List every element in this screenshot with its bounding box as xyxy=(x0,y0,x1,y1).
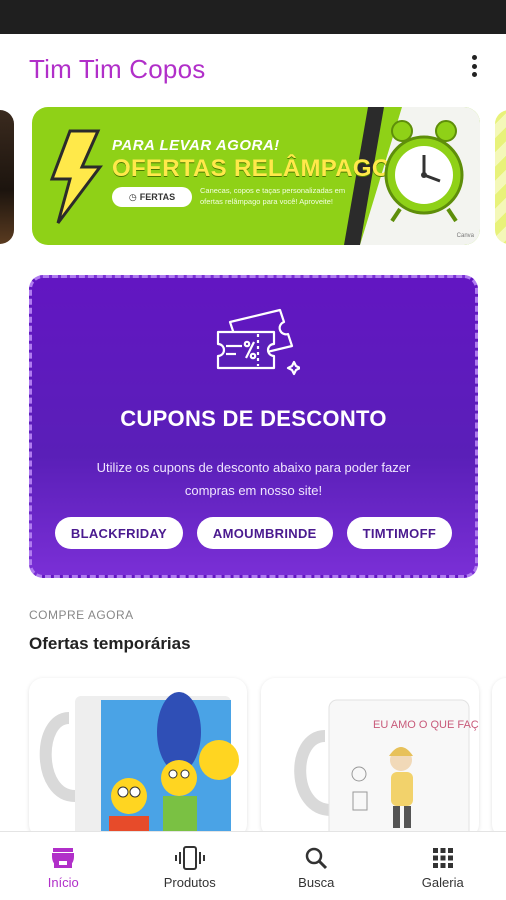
simpsons-mug-image xyxy=(39,692,239,838)
nav-label: Produtos xyxy=(163,875,216,890)
coupon-code-chip[interactable]: AMOUMBRINDE xyxy=(196,517,333,549)
more-vert-icon[interactable] xyxy=(462,52,486,80)
nav-item-busca[interactable]: Busca xyxy=(253,832,380,900)
nav-label: Busca xyxy=(298,875,335,890)
coupons-description: Utilize os cupons de desconto abaixo par… xyxy=(96,460,411,498)
carousel-next-slide[interactable] xyxy=(495,110,506,244)
banner-credit: Canva xyxy=(456,233,474,239)
love-my-job-mug-image: EU AMO O QUE FAÇO xyxy=(294,699,479,838)
nav-item-inicio[interactable]: Início xyxy=(0,832,127,900)
coupons-title: CUPONS DE DESCONTO xyxy=(120,406,387,431)
app-bar: Tim Tim Copos xyxy=(0,34,506,104)
nav-label: Início xyxy=(47,875,79,890)
coupons-card: CUPONS DE DESCONTO Utilize os cupons de … xyxy=(29,275,478,578)
bottom-navigation: Início Produtos Busca Galeria xyxy=(0,831,506,900)
product-card[interactable]: EU AMO O QUE FAÇO xyxy=(261,678,479,838)
section-kicker: COMPRE AGORA xyxy=(29,608,134,622)
coupon-code-chip[interactable]: TIMTIMOFF xyxy=(346,517,453,549)
banner-description: Canecas, copos e taças personalizadas em… xyxy=(200,186,346,206)
clock-small-icon: ◷ xyxy=(128,191,137,202)
coupon-ticket-icon xyxy=(216,308,300,376)
status-bar xyxy=(0,0,506,34)
coupon-code-chip[interactable]: BLACKFRIDAY xyxy=(54,517,183,549)
section-title: Ofertas temporárias xyxy=(29,634,191,653)
banner-offers-button[interactable]: ◷ FERTAS xyxy=(112,187,192,207)
banner-button-label: FERTAS xyxy=(139,192,176,202)
alarm-clock-icon xyxy=(384,120,464,223)
lightning-bolt-icon xyxy=(49,129,103,224)
coupon-codes: BLACKFRIDAY AMOUMBRINDE TIMTIMOFF xyxy=(32,517,475,549)
banner-kicker: PARA LEVAR AGORA! xyxy=(112,137,280,154)
app-title: Tim Tim Copos xyxy=(29,54,206,84)
product-card[interactable] xyxy=(29,678,247,838)
nav-item-galeria[interactable]: Galeria xyxy=(380,832,506,900)
carousel-prev-slide[interactable] xyxy=(0,110,14,244)
promo-carousel[interactable]: PARA LEVAR AGORA! OFERTAS RELÂMPAGO ◷ FE… xyxy=(0,107,506,247)
mug-caption: EU AMO O QUE FAÇO xyxy=(373,719,479,731)
banner-title: OFERTAS RELÂMPAGO xyxy=(112,155,391,182)
grid-icon xyxy=(432,848,453,868)
phone-vibrate-icon xyxy=(174,846,205,870)
nav-item-produtos[interactable]: Produtos xyxy=(127,832,254,900)
search-icon xyxy=(306,847,328,870)
flash-offers-banner[interactable]: PARA LEVAR AGORA! OFERTAS RELÂMPAGO ◷ FE… xyxy=(32,107,480,245)
product-card[interactable] xyxy=(492,678,506,838)
nav-label: Galeria xyxy=(421,875,464,890)
store-icon xyxy=(52,848,75,868)
